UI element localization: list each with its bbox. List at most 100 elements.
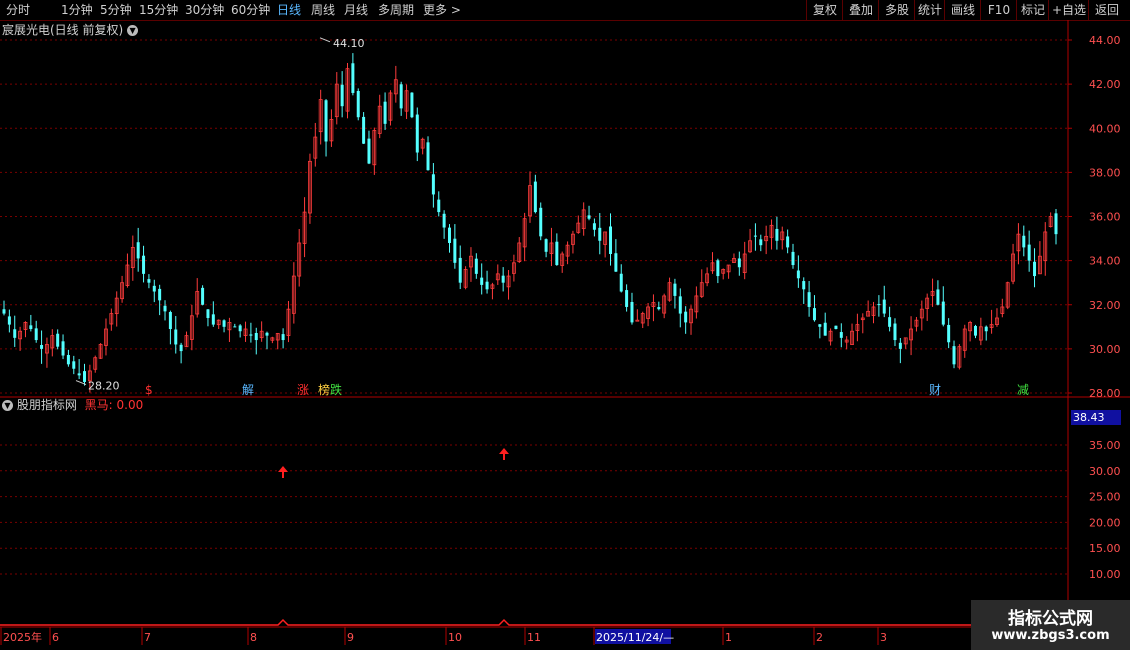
candle-body-down (812, 308, 816, 321)
period-tab-60min[interactable]: 60分钟 (231, 2, 270, 18)
candle-body-down (775, 228, 779, 241)
candle-body-down (753, 235, 757, 237)
candle-body-down (501, 275, 505, 283)
candle-body-down (34, 328, 38, 341)
candle-body-down (56, 333, 60, 347)
candle-body-down (802, 281, 806, 290)
period-tab-multi[interactable]: 多周期 (378, 2, 414, 18)
candle-body-down (442, 213, 446, 228)
candle-body-down (614, 253, 618, 272)
candle-body-down (818, 324, 822, 327)
watermark-logo: 指标公式网 www.zbgs3.com (971, 600, 1130, 650)
candle-body-down (367, 138, 371, 164)
date-label: 10 (448, 631, 462, 644)
candle-body-down (152, 285, 156, 292)
back-button[interactable]: 返回 (1088, 0, 1125, 20)
high-label: 44.10 (333, 37, 365, 50)
candle-body-down (630, 302, 634, 323)
candle-body-down (66, 354, 70, 365)
draw-line-button[interactable]: 画线 (944, 0, 981, 20)
candle-body-down (1033, 261, 1037, 277)
candle-body-down (426, 142, 430, 171)
candle-body-down (254, 333, 258, 341)
candle-body-down (265, 332, 269, 336)
candle-body-down (947, 324, 951, 343)
candle-body-down (657, 307, 661, 310)
candle-body-down (555, 241, 559, 266)
price-tick-label: 34.00 (1089, 255, 1121, 268)
candle-body-down (587, 215, 591, 219)
event-marker: 跌 (330, 382, 342, 397)
f10-button[interactable]: F10 (980, 0, 1017, 20)
grid-lines (0, 39, 1068, 575)
candle-body-down (453, 238, 457, 263)
period-tab-fenshi[interactable]: 分时 (6, 2, 30, 18)
period-tab-30min[interactable]: 30分钟 (185, 2, 224, 18)
period-tab-1min[interactable]: 1分钟 (61, 2, 93, 18)
candle-body-down (61, 341, 65, 356)
period-tab-5min[interactable]: 5分钟 (100, 2, 132, 18)
candle-body-down (362, 116, 366, 144)
period-toolbar: 分时 1分钟 5分钟 15分钟 30分钟 60分钟 日线 周线 月线 多周期 更… (0, 0, 1130, 21)
candle-body-down (179, 344, 183, 352)
mark-button[interactable]: 标记 (1016, 0, 1049, 20)
candle-body-down (984, 326, 988, 332)
period-tab-weekly[interactable]: 周线 (311, 2, 335, 18)
chevron-down-icon[interactable]: ▼ (127, 25, 139, 36)
axes: 44.00 42.00 40.00 38.00 36.00 34.00 32.00 30.00… (0, 20, 1130, 645)
chevron-down-icon[interactable]: ▼ (2, 400, 13, 411)
candle-body-down (619, 273, 623, 292)
candle-body-down (447, 227, 451, 243)
candle-body-down (142, 255, 146, 274)
candle-body-down (168, 312, 172, 330)
indicator-name: 股朋指标网 (16, 398, 77, 412)
event-marker: 榜 (318, 382, 330, 397)
indicator-tick-label: 20.00 (1089, 516, 1121, 529)
candle-body-down (340, 84, 344, 107)
price-tick-label: 36.00 (1089, 211, 1121, 224)
candlestick-series (2, 53, 1058, 393)
multi-stock-button[interactable]: 多股 (878, 0, 915, 20)
date-label: 2 (816, 631, 823, 644)
candle-body-down (351, 63, 355, 93)
restore-rights-button[interactable]: 复权 (806, 0, 843, 20)
candle-body-down (480, 277, 484, 285)
indicator-title-bar: ▼ 股朋指标网 黑马: 0.00 (2, 398, 143, 412)
candle-body-down (625, 290, 629, 307)
period-tab-more[interactable]: 更多 > (423, 2, 461, 18)
kline-chart[interactable]: 44.00 42.00 40.00 38.00 36.00 34.00 32.00 30.00… (0, 20, 1130, 650)
period-tab-monthly[interactable]: 月线 (344, 2, 368, 18)
candle-body-down (544, 239, 548, 252)
candle-body-down (759, 239, 763, 246)
candle-body-down (211, 314, 215, 325)
overlay-button[interactable]: 叠加 (842, 0, 879, 20)
date-label: 1 (725, 631, 732, 644)
candle-body-down (383, 101, 387, 124)
candle-body-down (7, 316, 11, 325)
statistics-button[interactable]: 统计 (914, 0, 945, 20)
period-tab-15min[interactable]: 15分钟 (139, 2, 178, 18)
candle-body-down (1022, 235, 1026, 248)
date-label: 2025/11/24/— (596, 631, 674, 644)
watermark-title: 指标公式网 (1008, 609, 1093, 629)
price-tick-label: 28.00 (1089, 387, 1121, 400)
candle-body-down (174, 329, 178, 345)
candle-body-down (882, 299, 886, 314)
candle-body-down (796, 270, 800, 279)
event-marker: 涨 (297, 382, 309, 397)
candle-body-down (1054, 213, 1058, 235)
candle-body-down (823, 322, 827, 336)
indicator-tick-label: 10.00 (1089, 568, 1121, 581)
price-tick-label: 44.00 (1089, 34, 1121, 47)
event-marker: 财 (929, 383, 941, 397)
period-tab-daily[interactable]: 日线 (277, 2, 301, 18)
add-watchlist-button[interactable]: +自选 (1048, 0, 1089, 20)
stock-title: 宸展光电(日线 前复权) (2, 23, 124, 37)
chart-title-bar: 宸展光电(日线 前复权) ▼ (2, 22, 139, 38)
candle-body-down (888, 317, 892, 327)
candle-body-down (238, 325, 242, 332)
candle-body-down (1027, 244, 1031, 261)
candle-body-up (635, 319, 640, 322)
candle-body-down (941, 301, 945, 325)
candle-body-down (163, 305, 167, 312)
